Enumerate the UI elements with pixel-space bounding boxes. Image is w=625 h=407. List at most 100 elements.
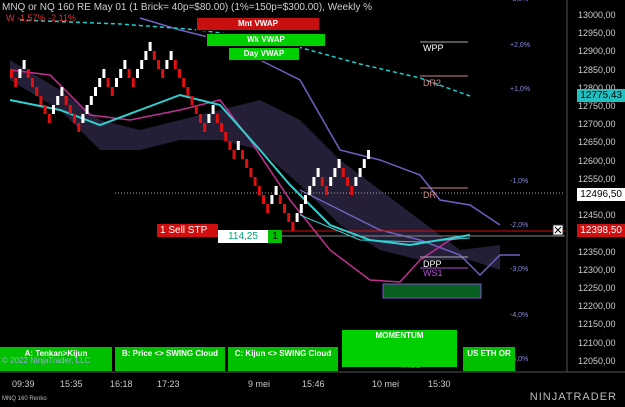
renko-brick <box>299 204 303 213</box>
us-eth-signal[interactable]: US ETH OR <box>463 347 515 371</box>
renko-brick <box>127 69 131 78</box>
renko-brick <box>110 87 114 96</box>
price-tag-sell: 12398,50 <box>577 224 625 237</box>
sell-stop-order[interactable]: 1 Sell STP <box>157 224 218 237</box>
renko-brick <box>232 150 236 159</box>
renko-brick <box>131 78 135 87</box>
instrument-label: MNQ 160 Renko <box>2 396 47 402</box>
time-tick: 15:46 <box>302 379 325 389</box>
order-price[interactable]: 114,25 <box>218 230 268 243</box>
price-cloud-signal-button[interactable]: B: Price <> SWING Cloud <box>115 347 225 371</box>
renko-brick <box>295 213 299 222</box>
renko-brick <box>148 42 152 51</box>
pct-level: -4,0% <box>510 312 529 319</box>
renko-brick <box>157 60 160 69</box>
time-tick: 17:23 <box>157 379 180 389</box>
pct-level: +1,0% <box>510 86 531 93</box>
price-tick: 12750,00 <box>578 101 616 111</box>
renko-brick <box>60 87 64 96</box>
day-vwap-button[interactable]: Day VWAP <box>228 47 300 61</box>
renko-brick <box>161 69 165 78</box>
renko-brick <box>358 168 362 177</box>
order-qty[interactable]: 1 <box>268 230 282 243</box>
renko-brick <box>47 114 51 123</box>
copyright: © 2022 NinjaTrader, LLC <box>2 356 91 365</box>
renko-brick <box>228 141 232 150</box>
dr2-label: DR2 <box>423 78 442 88</box>
price-tick: 12550,00 <box>578 173 616 184</box>
week-vwap-button[interactable]: Wk VWAP <box>206 33 326 47</box>
renko-brick <box>308 186 312 195</box>
renko-brick <box>186 87 190 96</box>
renko-brick <box>312 177 316 186</box>
renko-brick <box>362 159 366 168</box>
time-tick: 10 mei <box>372 379 400 389</box>
renko-brick <box>64 96 68 105</box>
renko-brick <box>270 195 274 204</box>
renko-brick <box>68 105 72 114</box>
kijun-cloud-signal-button[interactable]: C: Kijun <> SWING Cloud <box>228 347 338 371</box>
renko-brick <box>169 51 173 60</box>
price-tick: 13000,00 <box>578 10 616 20</box>
renko-brick <box>253 177 257 186</box>
renko-brick <box>115 78 118 87</box>
time-tick: 15:35 <box>60 379 83 389</box>
renko-brick <box>215 114 219 123</box>
renko-brick <box>367 150 370 159</box>
renko-brick <box>26 69 30 78</box>
momentum-signal[interactable]: MOMENTUM <box>342 330 457 367</box>
price-tick: 12200,00 <box>578 301 616 312</box>
price-tick: 12900,00 <box>578 46 616 57</box>
renko-brick <box>136 69 139 78</box>
time-tick: 16:18 <box>110 379 133 389</box>
renko-brick <box>98 78 102 87</box>
renko-brick <box>337 159 341 168</box>
signal-box <box>382 283 482 299</box>
price-tick: 12600,00 <box>578 155 616 166</box>
price-tag-top: 12775,43 <box>577 89 625 102</box>
renko-chart[interactable] <box>0 0 625 407</box>
renko-brick <box>85 105 89 114</box>
renko-brick <box>52 105 55 114</box>
renko-brick <box>257 186 261 195</box>
price-tick: 12250,00 <box>578 283 616 293</box>
price-tick: 12450,00 <box>578 210 616 221</box>
renko-brick <box>236 141 240 150</box>
renko-brick <box>304 195 307 204</box>
dr-label: DR <box>423 190 436 200</box>
renko-brick <box>43 105 47 114</box>
renko-brick <box>77 123 81 132</box>
pct-level: +2,0% <box>510 42 531 49</box>
pct-level: -1,0% <box>510 178 529 185</box>
renko-brick <box>35 87 39 96</box>
price-tick: 12850,00 <box>578 64 616 75</box>
pct-level: -3,0% <box>510 266 529 273</box>
time-tick: 9 mei <box>248 379 271 389</box>
time-tick: 15:30 <box>428 379 451 389</box>
month-vwap-button[interactable]: Mnt VWAP <box>196 17 320 31</box>
renko-brick <box>22 60 26 69</box>
price-tick: 12150,00 <box>578 319 616 330</box>
renko-brick <box>320 177 324 186</box>
renko-brick <box>316 168 320 177</box>
renko-brick <box>144 51 148 60</box>
renko-brick <box>266 204 270 213</box>
price-tick: 12950,00 <box>578 28 616 39</box>
pct-level: -3,0% <box>510 0 528 3</box>
renko-brick <box>291 222 295 231</box>
ninjatrader-logo: NINJATRADER <box>529 391 617 403</box>
renko-brick <box>39 96 43 105</box>
renko-brick <box>31 78 34 87</box>
price-tick: 12650,00 <box>578 137 616 148</box>
renko-brick <box>354 177 358 186</box>
renko-brick <box>329 177 333 186</box>
renko-brick <box>182 78 186 87</box>
renko-brick <box>333 168 337 177</box>
renko-brick <box>73 114 76 123</box>
renko-brick <box>123 60 127 69</box>
renko-brick <box>346 177 349 186</box>
renko-brick <box>18 69 22 78</box>
pct-level: -2,0% <box>510 222 529 229</box>
renko-brick <box>207 114 211 123</box>
renko-brick <box>152 51 156 60</box>
